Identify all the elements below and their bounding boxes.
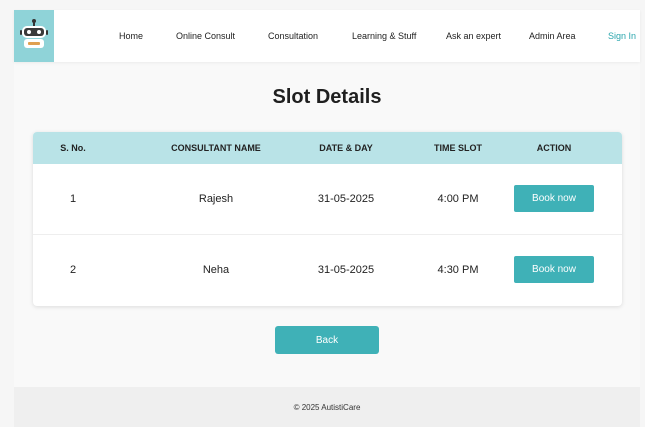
- back-button[interactable]: Back: [275, 326, 379, 354]
- cell-time: 4:00 PM: [437, 193, 479, 205]
- nav-home[interactable]: Home: [119, 31, 143, 41]
- header-consultant-name: CONSULTANT NAME: [171, 143, 261, 153]
- nav-ask-expert[interactable]: Ask an expert: [446, 31, 501, 41]
- nav-online-consult[interactable]: Online Consult: [176, 31, 235, 41]
- cell-sno: 1: [69, 193, 77, 205]
- nav-admin-area[interactable]: Admin Area: [529, 31, 576, 41]
- footer: © 2025 AutistiCare: [14, 387, 640, 427]
- header-sno: S. No.: [60, 143, 86, 153]
- book-now-button[interactable]: Book now: [514, 256, 594, 283]
- book-now-button[interactable]: Book now: [514, 185, 594, 212]
- nav-learning-stuff[interactable]: Learning & Stuff: [352, 31, 416, 41]
- page-title: Slot Details: [272, 86, 382, 108]
- table-header: S. No. CONSULTANT NAME DATE & DAY TIME S…: [33, 132, 622, 164]
- cell-date: 31-05-2025: [317, 264, 375, 276]
- header-date-day: DATE & DAY: [319, 143, 373, 153]
- cell-consultant-name: Neha: [202, 264, 230, 276]
- header-action: ACTION: [536, 143, 572, 153]
- nav-consultation[interactable]: Consultation: [268, 31, 318, 41]
- page: Home Online Consult Consultation Learnin…: [14, 10, 640, 427]
- slot-table: S. No. CONSULTANT NAME DATE & DAY TIME S…: [33, 132, 622, 306]
- cell-consultant-name: Rajesh: [198, 193, 234, 205]
- footer-copyright: © 2025 AutistiCare: [293, 403, 361, 412]
- sign-in-link[interactable]: Sign In: [608, 31, 636, 41]
- top-navbar: Home Online Consult Consultation Learnin…: [14, 10, 640, 62]
- cell-sno: 2: [69, 264, 77, 276]
- nav-menu: Home Online Consult Consultation Learnin…: [14, 10, 640, 62]
- table-row: 2 Neha 31-05-2025 4:30 PM Book now: [33, 235, 622, 306]
- cell-date: 31-05-2025: [317, 193, 375, 205]
- table-row: 1 Rajesh 31-05-2025 4:00 PM Book now: [33, 164, 622, 235]
- header-time-slot: TIME SLOT: [434, 143, 482, 153]
- cell-time: 4:30 PM: [437, 264, 479, 276]
